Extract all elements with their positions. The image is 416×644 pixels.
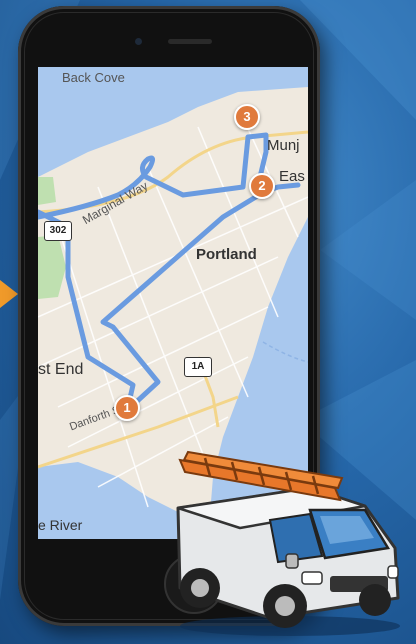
map-label-portland: Portland — [196, 246, 257, 263]
earpiece-speaker — [168, 39, 212, 44]
delivery-van-icon — [160, 448, 410, 638]
map-pin-1[interactable]: 1 — [114, 395, 140, 421]
map-label-west-end: st End — [38, 361, 84, 378]
map-label-back-cove: Back Cove — [62, 70, 125, 85]
map-label-fore-river: e River — [38, 517, 83, 533]
map-label-east: Eas — [279, 168, 305, 185]
pointer-arrow-icon — [0, 280, 18, 308]
route-1a-shield: 1A — [184, 357, 212, 377]
front-camera — [135, 38, 142, 45]
map-label-munjoy: Munj — [267, 137, 300, 154]
map-pin-2[interactable]: 2 — [249, 173, 275, 199]
map-pin-3[interactable]: 3 — [234, 104, 260, 130]
route-302-shield: 302 — [44, 221, 72, 241]
